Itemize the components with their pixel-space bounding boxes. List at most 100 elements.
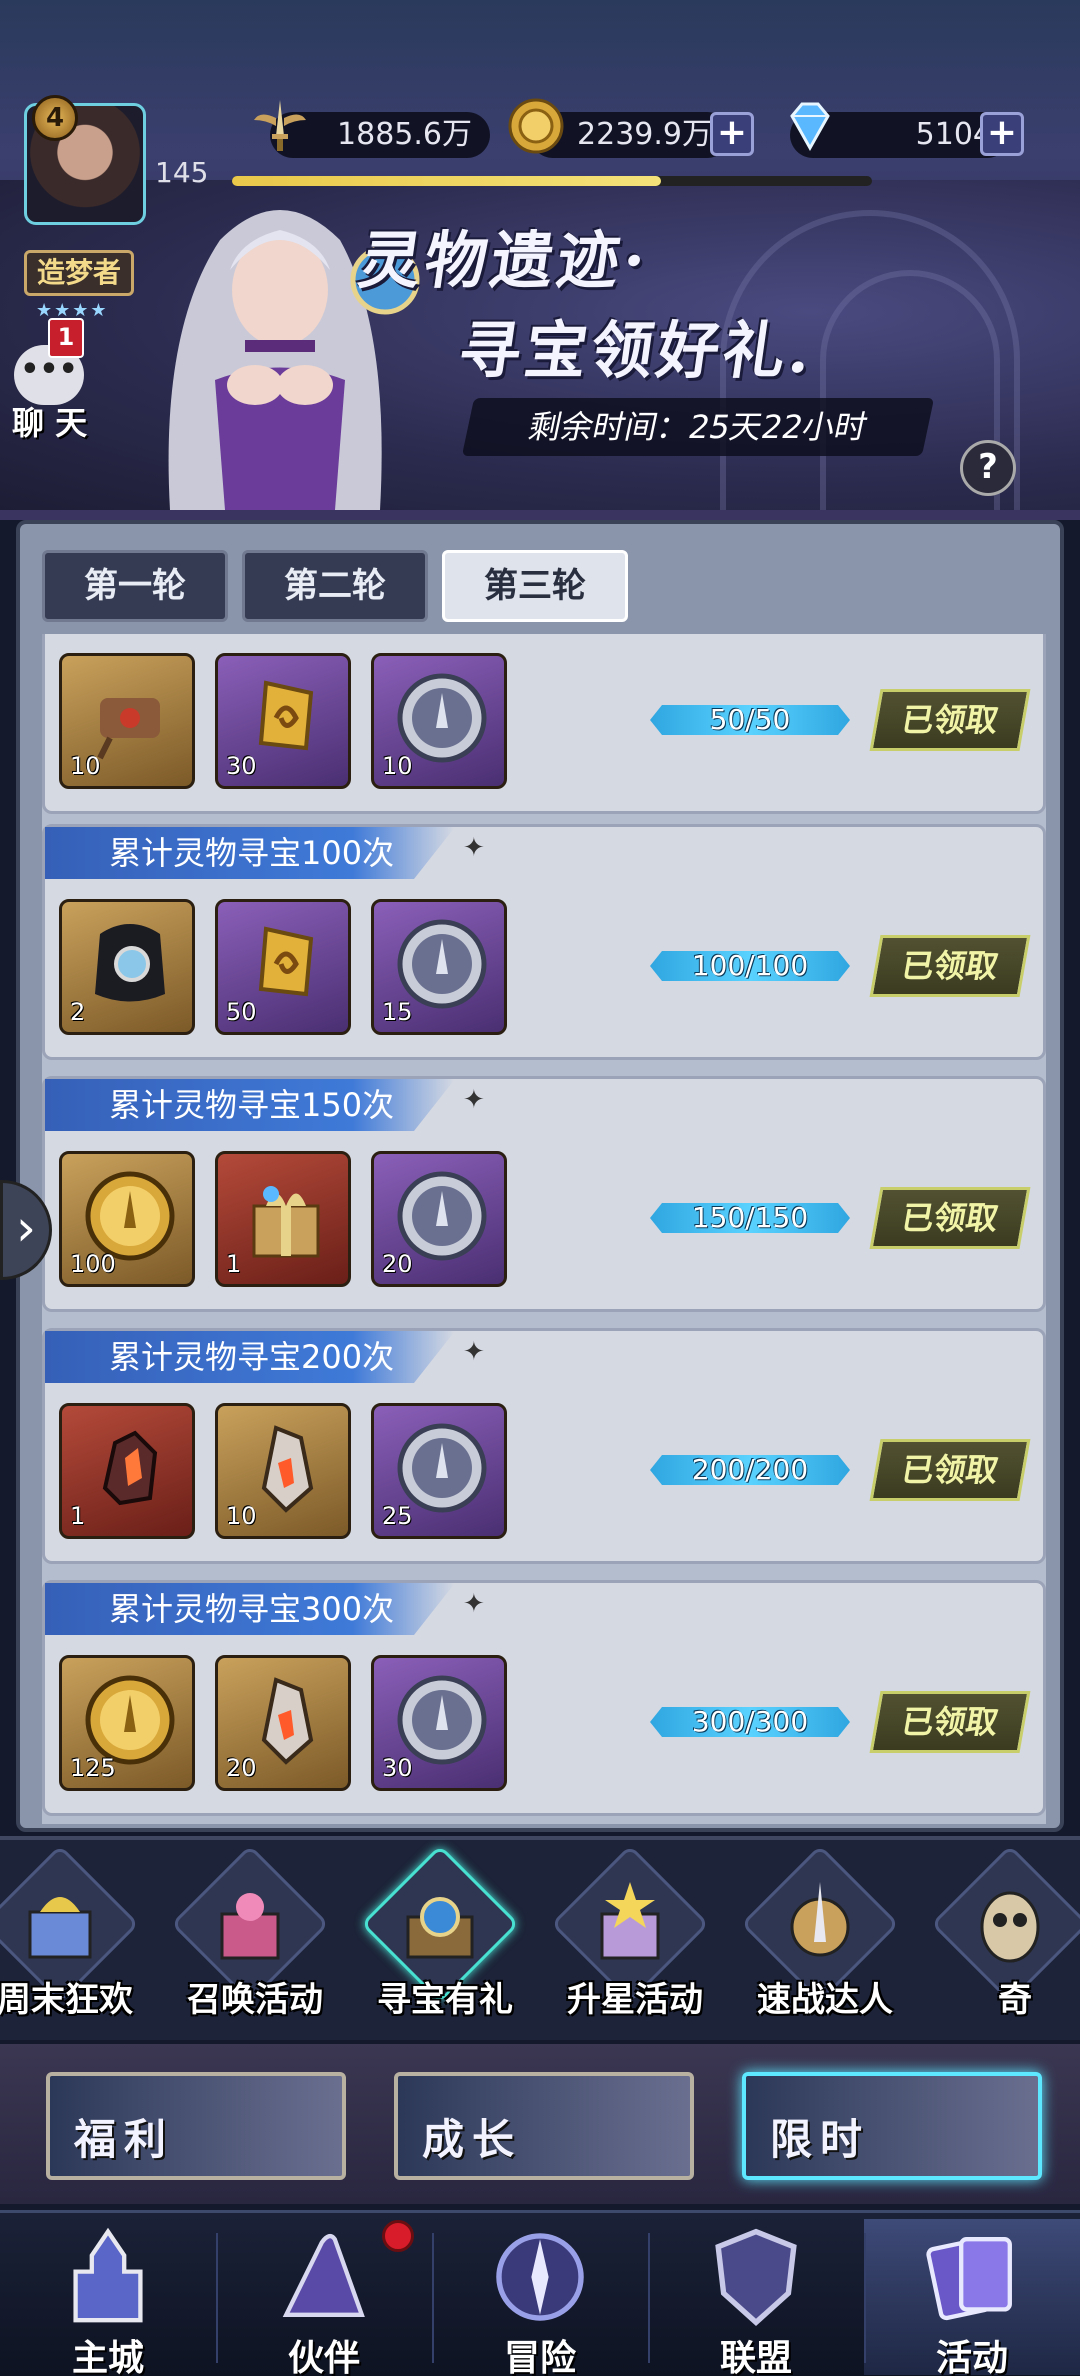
event-label: 速战达人 <box>757 1980 893 2020</box>
chat-label[interactable]: 聊 天 <box>12 398 87 444</box>
help-button[interactable]: ? <box>960 440 1016 496</box>
nav-divider <box>648 2233 650 2363</box>
reward-item[interactable]: 30 <box>371 1655 507 1791</box>
event-tab[interactable]: 寻宝有礼 <box>350 1844 530 2030</box>
reward-item[interactable]: 10 <box>371 653 507 789</box>
nav-item-0[interactable]: 主城 <box>0 2219 216 2376</box>
event-label: 升星活动 <box>567 1980 703 2020</box>
tab-round-1[interactable]: 第一轮 <box>42 550 228 622</box>
magnifier-icon <box>95 924 165 1002</box>
reward-item[interactable]: 20 <box>371 1151 507 1287</box>
category-bar: 福利 成长 限时 <box>0 2044 1080 2204</box>
event-label: 寻宝有礼 <box>377 1980 513 2020</box>
reward-item[interactable]: 2 <box>59 899 195 1035</box>
reward-item[interactable]: 50 <box>215 899 351 1035</box>
player-avatar[interactable]: 4 <box>10 95 160 255</box>
event-tab[interactable]: 速战达人 <box>730 1844 910 2030</box>
resource-bar: 1885.6万 2239.9万 + 5104 + <box>150 98 1050 170</box>
reward-row: 累计灵物寻宝100次 ✦ 2 50 15 100/100 已领取 <box>42 824 1046 1060</box>
claimed-button[interactable]: 已领取 <box>869 1439 1031 1501</box>
reward-row: 累计灵物寻宝200次 ✦ 1 10 25 200/200 已领取 <box>42 1328 1046 1564</box>
reward-item[interactable]: 10 <box>215 1403 351 1539</box>
castle-icon <box>73 2227 143 2323</box>
exp-bar <box>232 176 872 186</box>
event-label: 召唤活动 <box>187 1980 323 2020</box>
nav-label: 活动 <box>935 2337 1008 2376</box>
event-tab[interactable]: 奇 <box>920 1844 1080 2030</box>
chevron-right-icon: › <box>16 1199 36 1257</box>
gold-coin-icon <box>508 98 564 154</box>
event-tab[interactable]: 召唤活动 <box>160 1844 340 2030</box>
sparkle-icon: ✦ <box>463 1337 485 1367</box>
reward-item-count: 1 <box>226 1250 242 1278</box>
claimed-button[interactable]: 已领取 <box>869 1691 1031 1753</box>
event-icon-bar[interactable]: 周末狂欢 召唤活动 寻宝有礼 升星活动 速战达人 奇 <box>0 1836 1080 2040</box>
reward-item-count: 50 <box>226 998 257 1026</box>
reward-item[interactable]: 125 <box>59 1655 195 1791</box>
reward-row-title: 累计灵物寻宝150次 <box>45 1079 455 1131</box>
diamond-icon <box>790 102 830 152</box>
tab-round-2[interactable]: 第二轮 <box>242 550 428 622</box>
category-card[interactable]: 福利 <box>46 2072 346 2180</box>
sparkle-icon: ✦ <box>463 1589 485 1619</box>
red-crystal-icon <box>102 1430 158 1506</box>
reward-item-count: 125 <box>70 1754 116 1782</box>
reward-item[interactable]: 30 <box>215 653 351 789</box>
bottom-nav: 主城 伙伴 冒险 联盟 活动 <box>0 2210 1080 2376</box>
weekend-gift-icon <box>28 1897 92 1959</box>
event-timer: 剩余时间：25天22小时 <box>461 398 935 456</box>
nav-label: 冒险 <box>503 2337 576 2376</box>
reward-item[interactable]: 20 <box>215 1655 351 1791</box>
reward-item-count: 30 <box>382 1754 413 1782</box>
treasure-chest-icon <box>406 1897 474 1959</box>
reward-item-count: 100 <box>70 1250 116 1278</box>
reward-item-count: 10 <box>226 1502 257 1530</box>
nav-item-3[interactable]: 联盟 <box>648 2219 864 2376</box>
category-label: 成长 <box>422 2115 523 2164</box>
category-card[interactable]: 成长 <box>394 2072 694 2180</box>
banner-title-line2: 寻宝领好礼. <box>454 314 820 387</box>
reward-item-count: 25 <box>382 1502 413 1530</box>
reward-item-count: 10 <box>70 752 101 780</box>
summon-gift-icon <box>220 1893 280 1960</box>
reward-item-count: 20 <box>382 1250 413 1278</box>
claimed-button[interactable]: 已领取 <box>869 935 1031 997</box>
reward-item-count: 20 <box>226 1754 257 1782</box>
nav-item-4[interactable]: 活动 <box>864 2219 1080 2376</box>
compass-icon <box>496 2233 584 2321</box>
banner-title-line1: 灵物遗迹· <box>354 224 654 297</box>
reward-list[interactable]: 10 30 10 50/50 已领取 累计灵物寻宝100次 ✦ 2 50 15 100/100 已领取… <box>42 634 1046 1824</box>
progress-bar: 50/50 <box>650 705 850 735</box>
reward-item[interactable]: 1 <box>59 1403 195 1539</box>
reward-item[interactable]: 1 <box>215 1151 351 1287</box>
reward-item[interactable]: 25 <box>371 1403 507 1539</box>
progress-bar: 100/100 <box>650 951 850 981</box>
add-gold-button[interactable]: + <box>710 112 754 156</box>
reward-row-title: 累计灵物寻宝200次 <box>45 1331 455 1383</box>
event-label: 奇 <box>998 1980 1032 2020</box>
event-tab[interactable]: 升星活动 <box>540 1844 720 2030</box>
add-diamond-button[interactable]: + <box>980 112 1024 156</box>
cards-icon <box>926 2237 1012 2321</box>
reward-item[interactable]: 15 <box>371 899 507 1035</box>
tab-round-3[interactable]: 第三轮 <box>442 550 628 622</box>
reward-row: 累计灵物寻宝300次 ✦ 125 20 30 300/300 已领取 <box>42 1580 1046 1816</box>
wizard-hat-icon <box>282 2233 365 2317</box>
claimed-button[interactable]: 已领取 <box>869 689 1031 751</box>
reward-panel: 第一轮 第二轮 第三轮 10 30 10 50/50 已领取 累计灵物寻宝100次 ✦ 2 50 15… <box>16 520 1064 1832</box>
nav-item-2[interactable]: 冒险 <box>432 2219 648 2376</box>
sword-wings-icon <box>254 100 306 151</box>
player-level-badge: 4 <box>32 95 78 141</box>
star-gift-icon <box>600 1882 660 1960</box>
claimed-button[interactable]: 已领取 <box>869 1187 1031 1249</box>
category-card[interactable]: 限时 <box>742 2072 1042 2180</box>
notification-dot <box>382 2220 414 2252</box>
nav-divider <box>432 2233 434 2363</box>
progress-bar: 150/150 <box>650 1203 850 1233</box>
reward-row: 10 30 10 50/50 已领取 <box>42 634 1046 814</box>
reward-item-count: 15 <box>382 998 413 1026</box>
reward-item[interactable]: 100 <box>59 1151 195 1287</box>
rank-title[interactable]: 造梦者 <box>24 250 134 296</box>
reward-item[interactable]: 10 <box>59 653 195 789</box>
event-tab[interactable]: 周末狂欢 <box>0 1844 150 2030</box>
